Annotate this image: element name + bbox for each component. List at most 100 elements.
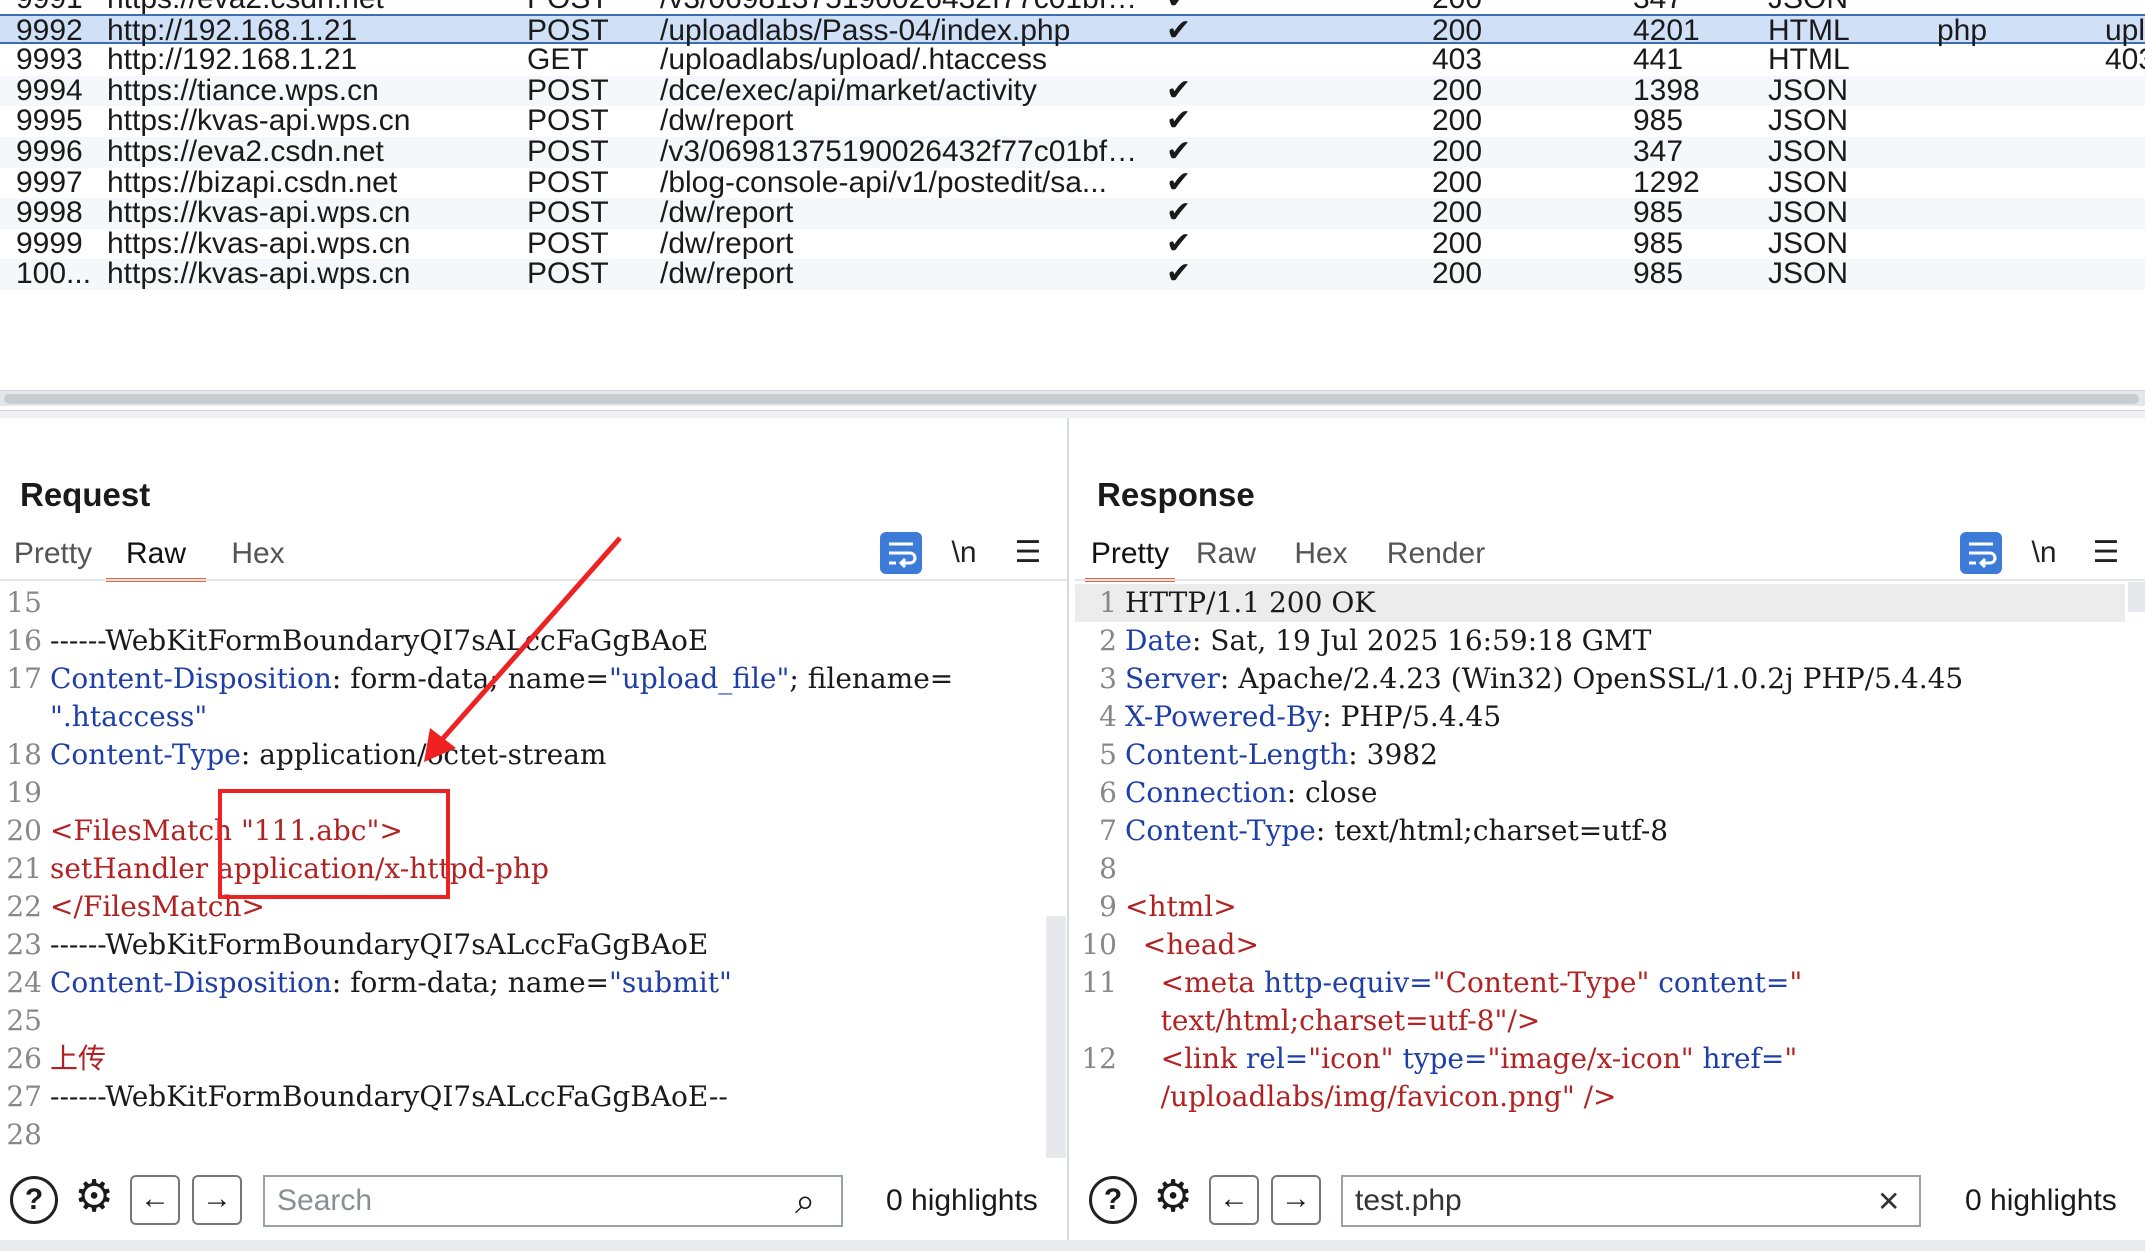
forward-button[interactable]: → — [1271, 1175, 1321, 1225]
history-row[interactable]: 9994 https://tiance.wps.cn POST/dce/exec/a… — [0, 75, 2145, 107]
history-cell-host: http://192.168.1.21 — [107, 15, 358, 47]
history-row[interactable]: 9997 https://bizapi.csdn.net POST/blog-con… — [0, 168, 2145, 199]
clear-search-icon[interactable]: ✕ — [1877, 1185, 1900, 1218]
code-token: Content-Length — [1125, 738, 1349, 771]
code-token: type= — [1402, 1042, 1488, 1075]
code-line: 28 — [0, 1116, 1040, 1154]
scrollbar-thumb[interactable] — [4, 394, 2139, 404]
history-cell-method: POST — [527, 106, 609, 137]
code-line: text/html;charset=utf-8"/> — [1075, 1002, 2125, 1040]
code-line: 17 Content-Disposition: form-data; name="… — [0, 660, 1040, 698]
code-token: Server — [1125, 662, 1220, 695]
history-cell-status: 200 — [1432, 167, 1483, 199]
tab-hex[interactable]: Hex — [1273, 530, 1369, 582]
history-cell-method: POST — [527, 198, 609, 229]
response-editor[interactable]: 1 HTTP/1.1 200 OK 2 Date: Sat, 19 Jul 2025 … — [1075, 584, 2125, 1154]
back-button[interactable]: ← — [130, 1175, 180, 1225]
code-line: ".htaccess" — [0, 698, 1040, 736]
code-token: X-Powered-By — [1125, 700, 1323, 733]
history-cell-num: 9998 — [16, 198, 83, 229]
tab-pretty[interactable]: Pretty — [10, 530, 96, 582]
code-line: 10 <head> — [1075, 926, 2125, 964]
history-row[interactable]: 9992 http://192.168.1.21 POST/uploadlabs/P… — [0, 13, 2145, 47]
tab-raw[interactable]: Raw — [106, 530, 206, 582]
history-row[interactable]: 100... https://kvas-api.wps.cn POST/dw/rep… — [0, 259, 2145, 290]
code-token: href= — [1702, 1042, 1785, 1075]
code-token: ; filename= — [789, 662, 954, 695]
history-cell-edited: ✔ — [1166, 228, 1192, 260]
history-row[interactable]: 9995 https://kvas-api.wps.cn POST/dw/repor… — [0, 106, 2145, 137]
history-row[interactable]: 9993 http://192.168.1.21 GET/uploadlabs/up… — [0, 45, 2145, 76]
code-token: " — [1784, 1042, 1798, 1075]
code-token: HTTP/1.1 200 OK — [1125, 586, 1376, 619]
line-number: 21 — [6, 852, 42, 885]
line-number: 28 — [6, 1118, 42, 1151]
history-row[interactable]: 9998 https://kvas-api.wps.cn POST/dw/repor… — [0, 198, 2145, 229]
request-wrap-toggle[interactable] — [880, 532, 922, 574]
tab-hex[interactable]: Hex — [208, 530, 308, 582]
tab-pretty[interactable]: Pretty — [1085, 530, 1175, 582]
pane-splitter[interactable] — [0, 410, 2145, 418]
code-text: Content-Disposition: form-data; name="su… — [50, 964, 732, 1002]
code-token: ------WebKitFormBoundaryQI7sALccFaGgBAoE — [50, 624, 709, 657]
line-number: 25 — [6, 1004, 42, 1037]
line-number: 1 — [1099, 586, 1117, 619]
code-token: : text/html;charset=utf-8 — [1315, 814, 1669, 847]
code-line: 9 <html> — [1075, 888, 2125, 926]
history-cell-url: /dw/report — [660, 106, 794, 137]
code-line: 12 <link rel="icon" type="image/x-icon" … — [1075, 1040, 2125, 1078]
line-number: 26 — [6, 1042, 42, 1075]
history-horizontal-scrollbar[interactable] — [0, 390, 2145, 406]
history-row[interactable]: 9996 https://eva2.csdn.net POST/v3/0698137… — [0, 137, 2145, 168]
history-cell-length: 347 — [1633, 137, 1684, 168]
code-token: : 3982 — [1348, 738, 1438, 771]
line-number: 2 — [1099, 624, 1117, 657]
code-token: : PHP/5.4.45 — [1322, 700, 1502, 733]
response-scrollbar[interactable] — [2128, 582, 2145, 612]
gear-icon[interactable]: ⚙ — [70, 1175, 118, 1224]
request-tab-divider — [0, 579, 1067, 581]
code-token: text/html;charset=utf-8"/> — [1125, 1004, 1541, 1037]
history-cell-mime: HTML — [1768, 45, 1850, 76]
line-number: 18 — [6, 738, 42, 771]
forward-button[interactable]: → — [192, 1175, 242, 1225]
history-cell-url: /dw/report — [660, 259, 794, 290]
tab-raw[interactable]: Raw — [1183, 530, 1269, 582]
code-text: <meta http-equiv="Content-Type" content=… — [1125, 964, 1803, 1002]
code-token: <html> — [1125, 890, 1237, 923]
help-icon[interactable]: ? — [1089, 1176, 1137, 1224]
response-wrap-toggle[interactable] — [1960, 532, 2002, 574]
code-token: : form-data; name= — [331, 662, 610, 695]
code-text: Content-Disposition: form-data; name="up… — [50, 660, 953, 698]
history-cell-url: /blog-console-api/v1/postedit/sa... — [660, 167, 1107, 199]
back-button[interactable]: ← — [1209, 1175, 1259, 1225]
code-token: "image/x-icon" — [1487, 1042, 1703, 1075]
help-icon[interactable]: ? — [10, 1176, 58, 1224]
request-scrollbar[interactable] — [1046, 916, 1066, 1158]
tab-render[interactable]: Render — [1371, 530, 1501, 582]
request-editor[interactable]: 15 16 ------WebKitFormBoundaryQI7sALccFaGg… — [0, 584, 1040, 1154]
response-menu-icon[interactable]: ☰ — [2086, 530, 2126, 576]
line-number: 8 — [1099, 852, 1117, 885]
gear-icon[interactable]: ⚙ — [1149, 1175, 1197, 1224]
history-cell-length: 441 — [1633, 45, 1684, 76]
request-newline-toggle[interactable]: \n — [944, 530, 984, 576]
code-text: ------WebKitFormBoundaryQI7sALccFaGgBAoE — [50, 622, 708, 660]
request-search-input[interactable]: Search — [263, 1175, 843, 1227]
history-cell-status: 200 — [1432, 137, 1483, 168]
history-cell-host: https://kvas-api.wps.cn — [107, 259, 411, 290]
code-line: 23 ------WebKitFormBoundaryQI7sALccFaGgBA… — [0, 926, 1040, 964]
history-cell-title: 403 — [2105, 45, 2145, 76]
history-row[interactable]: 9999 https://kvas-api.wps.cn POST/dw/repor… — [0, 229, 2145, 260]
history-cell-num: 9993 — [16, 45, 83, 76]
response-search-input[interactable]: test.php — [1341, 1175, 1921, 1227]
code-token: : Sat, 19 Jul 2025 16:59:18 GMT — [1191, 624, 1652, 657]
response-newline-toggle[interactable]: \n — [2024, 530, 2064, 576]
request-menu-icon[interactable]: ☰ — [1008, 530, 1048, 576]
line-number: 15 — [6, 586, 42, 619]
history-cell-mime: HTML — [1768, 15, 1850, 47]
history-cell-mime: JSON — [1768, 198, 1849, 229]
history-row[interactable]: 9991 https://eva2.csdn.net POST/v3/0698137… — [0, 0, 2145, 15]
line-number: 11 — [1081, 966, 1117, 999]
history-cell-host: https://eva2.csdn.net — [107, 0, 507, 15]
